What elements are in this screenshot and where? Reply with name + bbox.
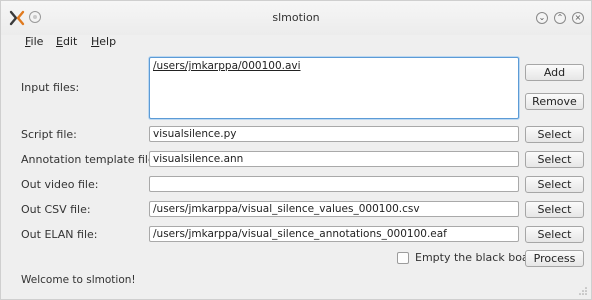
window-title: slmotion [272,11,320,24]
empty-black-board-checkbox[interactable] [397,252,409,264]
script-file-label: Script file: [21,128,77,141]
menu-help[interactable]: Help [91,35,116,48]
close-icon[interactable]: × [572,12,584,24]
out-elan-field[interactable]: /users/jmkarppa/visual_silence_annotatio… [149,226,519,242]
annotation-template-label: Annotation template file: [21,153,159,166]
maximize-icon[interactable]: ⌃ [554,12,566,24]
menu-help-label: elp [99,35,117,48]
add-button[interactable]: Add [525,64,584,81]
input-files-list[interactable]: /users/jmkarppa/000100.avi [149,57,519,119]
title-bar[interactable]: slmotion ⌄ ⌃ × [1,1,591,35]
select-out-csv-button[interactable]: Select [525,201,584,218]
select-script-button[interactable]: Select [525,126,584,143]
empty-black-board-label[interactable]: Empty the black board [415,251,540,264]
select-out-elan-button[interactable]: Select [525,226,584,243]
process-button[interactable]: Process [525,250,584,267]
select-annotation-button[interactable]: Select [525,151,584,168]
out-csv-field[interactable]: /users/jmkarppa/visual_silence_values_00… [149,201,519,217]
input-files-label: Input files: [21,81,80,94]
menu-edit-mnemonic: E [56,35,63,48]
remove-button[interactable]: Remove [525,93,584,110]
input-file-entry[interactable]: /users/jmkarppa/000100.avi [153,60,301,72]
menu-file[interactable]: File [25,35,43,48]
menu-bar: File Edit Help [1,35,591,53]
status-message: Welcome to slmotion! [21,274,136,286]
script-file-field[interactable]: visualsilence.py [149,126,519,142]
minimize-icon[interactable]: ⌄ [536,12,548,24]
menu-edit-label: dit [62,35,78,48]
menu-file-label: ile [30,35,44,48]
out-csv-label: Out CSV file: [21,203,91,216]
menu-edit[interactable]: Edit [56,35,77,48]
resize-grip-icon[interactable] [579,287,587,295]
main-window: slmotion ⌄ ⌃ × File Edit Help Input file… [0,0,592,300]
out-video-field[interactable] [149,176,519,192]
select-out-video-button[interactable]: Select [525,176,584,193]
out-video-label: Out video file: [21,178,99,191]
annotation-template-field[interactable]: visualsilence.ann [149,151,519,167]
out-elan-label: Out ELAN file: [21,228,98,241]
